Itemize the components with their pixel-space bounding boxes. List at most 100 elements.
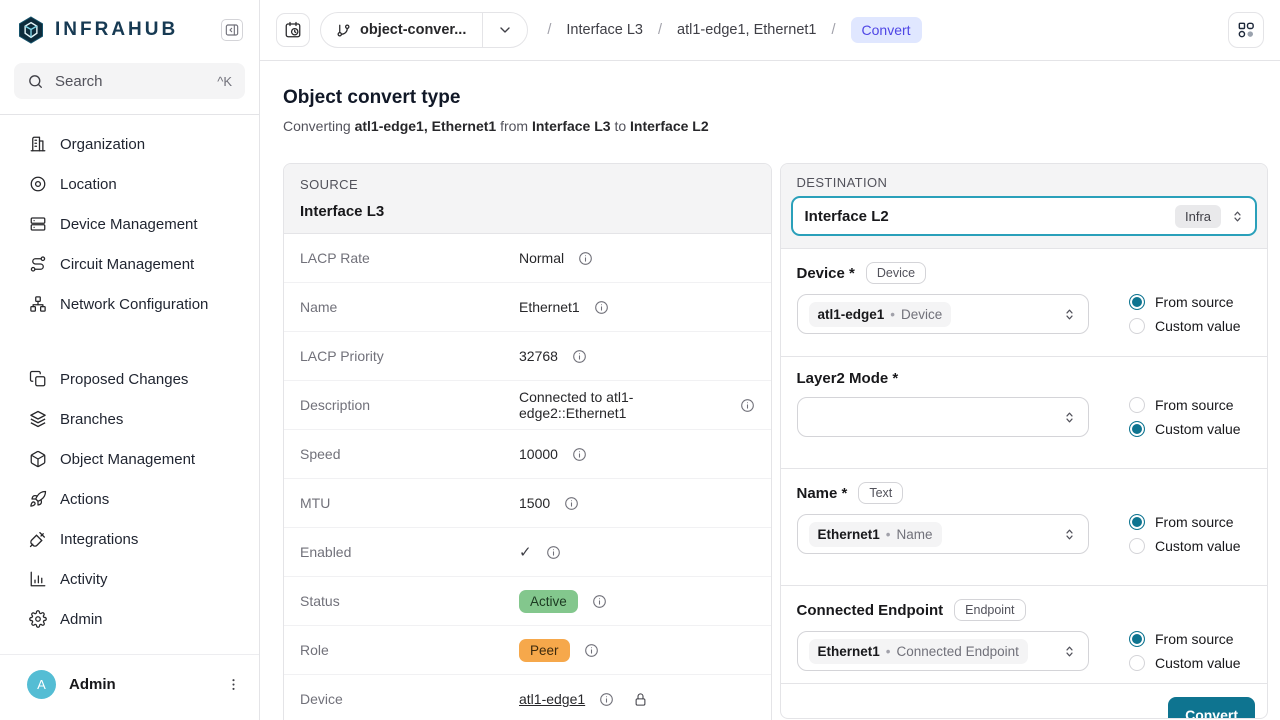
user-kebab-menu-button[interactable] [224, 675, 243, 694]
branch-selector-value-area[interactable]: object-conver... [321, 13, 482, 47]
device-select[interactable]: atl1-edge1 • Device [797, 294, 1089, 334]
namespace-badge: Infra [1175, 205, 1221, 228]
app-root: INFRAHUB Search ^K Organization Location [0, 0, 1280, 720]
git-branch-icon [336, 23, 351, 38]
info-icon[interactable] [599, 692, 614, 707]
sidebar-collapse-button[interactable] [221, 19, 243, 41]
selected-value-pill: Ethernet1 • Name [809, 522, 942, 547]
radio-custom-value[interactable]: Custom value [1129, 655, 1251, 671]
avatar: A [27, 670, 56, 699]
sidebar-item-label: Organization [60, 136, 145, 153]
branch-selector[interactable]: object-conver... [320, 12, 528, 48]
calendar-clock-button[interactable] [276, 13, 310, 47]
info-icon[interactable] [572, 447, 587, 462]
breadcrumb-separator: / [547, 22, 551, 38]
radio-custom-value[interactable]: Custom value [1129, 538, 1251, 554]
sidebar-item-admin[interactable]: Admin [0, 599, 259, 639]
destination-kind-select[interactable]: Interface L2 Infra [791, 196, 1258, 236]
source-panel: SOURCE Interface L3 LACP Rate Normal Nam… [283, 163, 772, 720]
connected-endpoint-source-radio-group: From source Custom value [1129, 631, 1251, 671]
breadcrumb-item-convert-active[interactable]: Convert [851, 17, 922, 43]
radio-button [1129, 397, 1145, 413]
chevrons-up-down-icon [1062, 307, 1077, 322]
name-source-radio-group: From source Custom value [1129, 514, 1251, 554]
sidebar-item-label: Integrations [60, 531, 138, 548]
chevrons-up-down-icon [1062, 527, 1077, 542]
page-content: Object convert type Converting atl1-edge… [260, 61, 1280, 720]
convert-button[interactable]: Convert [1168, 697, 1255, 719]
breadcrumb-separator: / [658, 22, 662, 38]
status-badge: Active [519, 590, 578, 613]
panel-collapse-icon [224, 22, 240, 38]
info-icon[interactable] [564, 496, 579, 511]
page-subtitle: Converting atl1-edge1, Ethernet1 from In… [283, 118, 1268, 134]
subtitle-object-name: atl1-edge1, Ethernet1 [355, 118, 497, 134]
layer2-mode-select[interactable] [797, 397, 1089, 437]
connected-endpoint-select[interactable]: Ethernet1 • Connected Endpoint [797, 631, 1089, 671]
server-icon [29, 215, 47, 233]
field-kind-badge: Text [858, 482, 903, 504]
sidebar: INFRAHUB Search ^K Organization Location [0, 0, 260, 720]
destination-panel-header: DESTINATION Interface L2 Infra [781, 164, 1268, 249]
workspace-apps-icon [1236, 20, 1256, 40]
sidebar-nav-group-2: Proposed Changes Branches Object Managem… [0, 359, 259, 639]
info-icon[interactable] [740, 398, 755, 413]
chevrons-up-down-icon [1062, 410, 1077, 425]
info-icon[interactable] [578, 251, 593, 266]
radio-custom-value[interactable]: Custom value [1129, 421, 1251, 437]
breadcrumb-item-object[interactable]: atl1-edge1, Ethernet1 [677, 22, 816, 38]
box-icon [29, 450, 47, 468]
source-panel-header: SOURCE Interface L3 [284, 164, 771, 234]
route-icon [29, 255, 47, 273]
radio-custom-value[interactable]: Custom value [1129, 318, 1251, 334]
sidebar-item-network-configuration[interactable]: Network Configuration [0, 284, 259, 324]
radio-from-source[interactable]: From source [1129, 514, 1251, 530]
info-icon[interactable] [546, 545, 561, 560]
destination-panel: DESTINATION Interface L2 Infra Device * … [780, 163, 1269, 719]
user-menu[interactable]: A Admin [0, 654, 259, 720]
sidebar-nav: Organization Location Device Management … [0, 115, 259, 639]
sidebar-item-branches[interactable]: Branches [0, 399, 259, 439]
sidebar-item-circuit-management[interactable]: Circuit Management [0, 244, 259, 284]
radio-from-source[interactable]: From source [1129, 631, 1251, 647]
breadcrumb-item-interface-l3[interactable]: Interface L3 [566, 22, 643, 38]
name-select[interactable]: Ethernet1 • Name [797, 514, 1089, 554]
info-icon[interactable] [572, 349, 587, 364]
sidebar-item-integrations[interactable]: Integrations [0, 519, 259, 559]
field-kind-badge: Endpoint [954, 599, 1025, 621]
subtitle-dest-kind: Interface L2 [630, 118, 709, 134]
sidebar-item-object-management[interactable]: Object Management [0, 439, 259, 479]
plug-icon [29, 530, 47, 548]
radio-from-source[interactable]: From source [1129, 294, 1251, 310]
sidebar-item-label: Actions [60, 491, 109, 508]
source-row-mtu: MTU 1500 [284, 479, 771, 528]
rocket-icon [29, 490, 47, 508]
radio-button [1129, 294, 1145, 310]
search-input[interactable]: Search ^K [14, 63, 245, 99]
info-icon[interactable] [592, 594, 607, 609]
selected-value-pill: Ethernet1 • Connected Endpoint [809, 639, 1028, 664]
source-panel-label: SOURCE [300, 177, 755, 192]
radio-from-source[interactable]: From source [1129, 397, 1251, 413]
source-row-lacp-priority: LACP Priority 32768 [284, 332, 771, 381]
branch-selector-caret[interactable] [482, 13, 527, 47]
sidebar-item-location[interactable]: Location [0, 164, 259, 204]
sidebar-item-label: Branches [60, 411, 123, 428]
workspace-apps-button[interactable] [1228, 12, 1264, 48]
sidebar-item-proposed-changes[interactable]: Proposed Changes [0, 359, 259, 399]
radio-button [1129, 631, 1145, 647]
source-kind-title: Interface L3 [300, 203, 755, 220]
sidebar-item-organization[interactable]: Organization [0, 124, 259, 164]
sidebar-item-activity[interactable]: Activity [0, 559, 259, 599]
chevrons-up-down-icon [1062, 644, 1077, 659]
main-area: object-conver... / Interface L3 / atl1-e… [260, 0, 1280, 720]
info-icon[interactable] [594, 300, 609, 315]
field-label-device: Device * [797, 265, 855, 282]
radio-button [1129, 655, 1145, 671]
field-kind-badge: Device [866, 262, 926, 284]
device-link[interactable]: atl1-edge1 [519, 691, 585, 707]
sidebar-item-actions[interactable]: Actions [0, 479, 259, 519]
sidebar-item-device-management[interactable]: Device Management [0, 204, 259, 244]
sidebar-item-label: Location [60, 176, 117, 193]
info-icon[interactable] [584, 643, 599, 658]
